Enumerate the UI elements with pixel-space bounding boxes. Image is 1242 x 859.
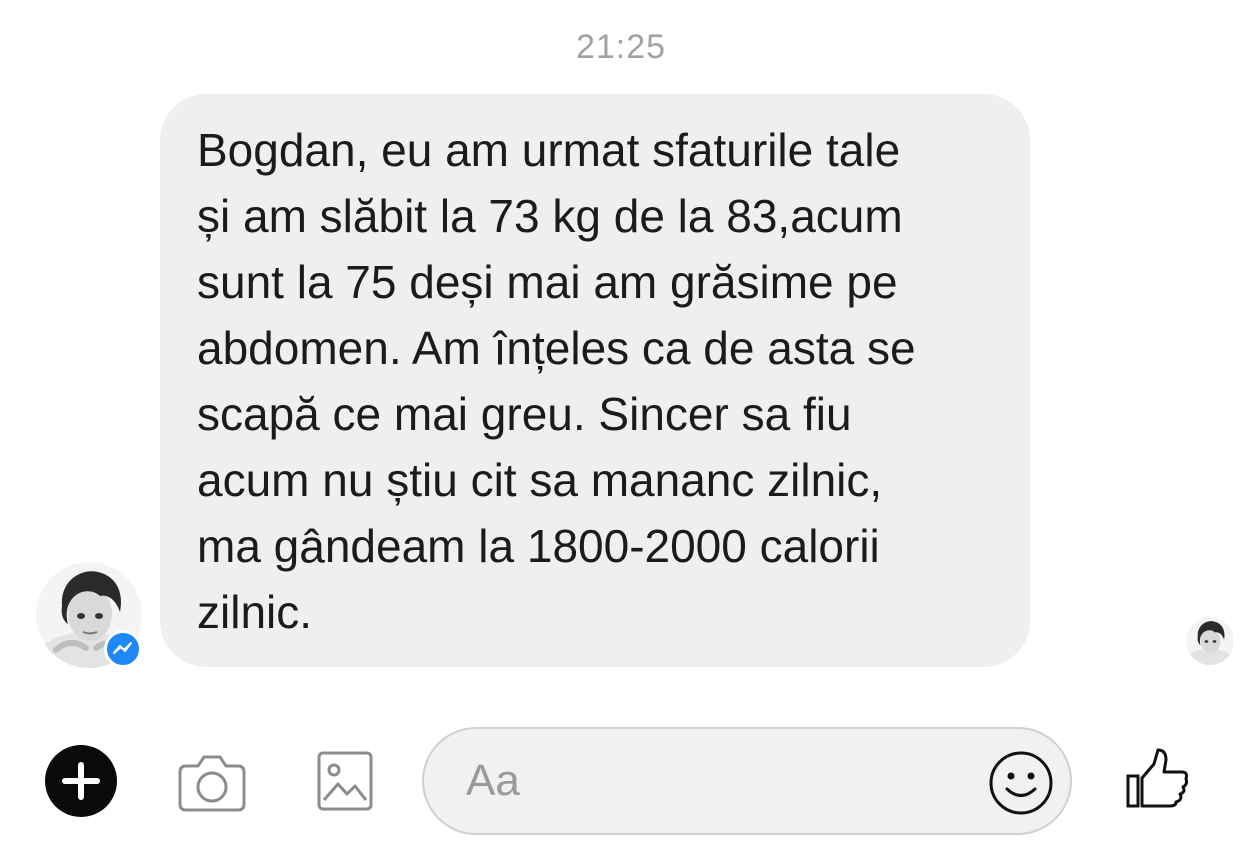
message-line: Bogdan, eu am urmat sfaturile tale [197,124,901,176]
smiley-icon [989,751,1053,815]
message-line: zilnic. [197,586,313,638]
messenger-badge-icon [113,642,132,654]
emoji-button[interactable] [988,750,1054,816]
message-line: sunt la 75 deși mai am grăsime pe [197,256,898,308]
camera-icon [178,755,246,812]
plus-icon [62,762,100,800]
like-button[interactable] [1124,746,1190,812]
read-receipt-avatar [1186,617,1234,665]
add-button[interactable] [45,745,117,817]
message-line: acum nu știu cit sa mananc zilnic, [197,454,883,506]
message-line: abdomen. Am înțeles ca de asta se [197,322,916,374]
messenger-badge [104,630,142,668]
message-bubble[interactable]: Bogdan, eu am urmat sfaturile tale și am… [160,94,1030,667]
camera-button[interactable] [176,752,248,814]
message-composer[interactable] [422,727,1072,835]
thumbs-up-icon [1126,748,1189,808]
image-icon [317,751,373,811]
message-line: scapă ce mai greu. Sincer sa fiu [197,388,852,440]
message-input[interactable] [466,749,966,813]
message-line: ma gândeam la 1800-2000 calorii [197,520,880,572]
message-timestamp: 21:25 [575,28,667,66]
message-line: și am slăbit la 73 kg de la 83,acum [197,190,903,242]
user-avatar-icon [1186,617,1234,665]
gallery-button[interactable] [316,750,374,812]
